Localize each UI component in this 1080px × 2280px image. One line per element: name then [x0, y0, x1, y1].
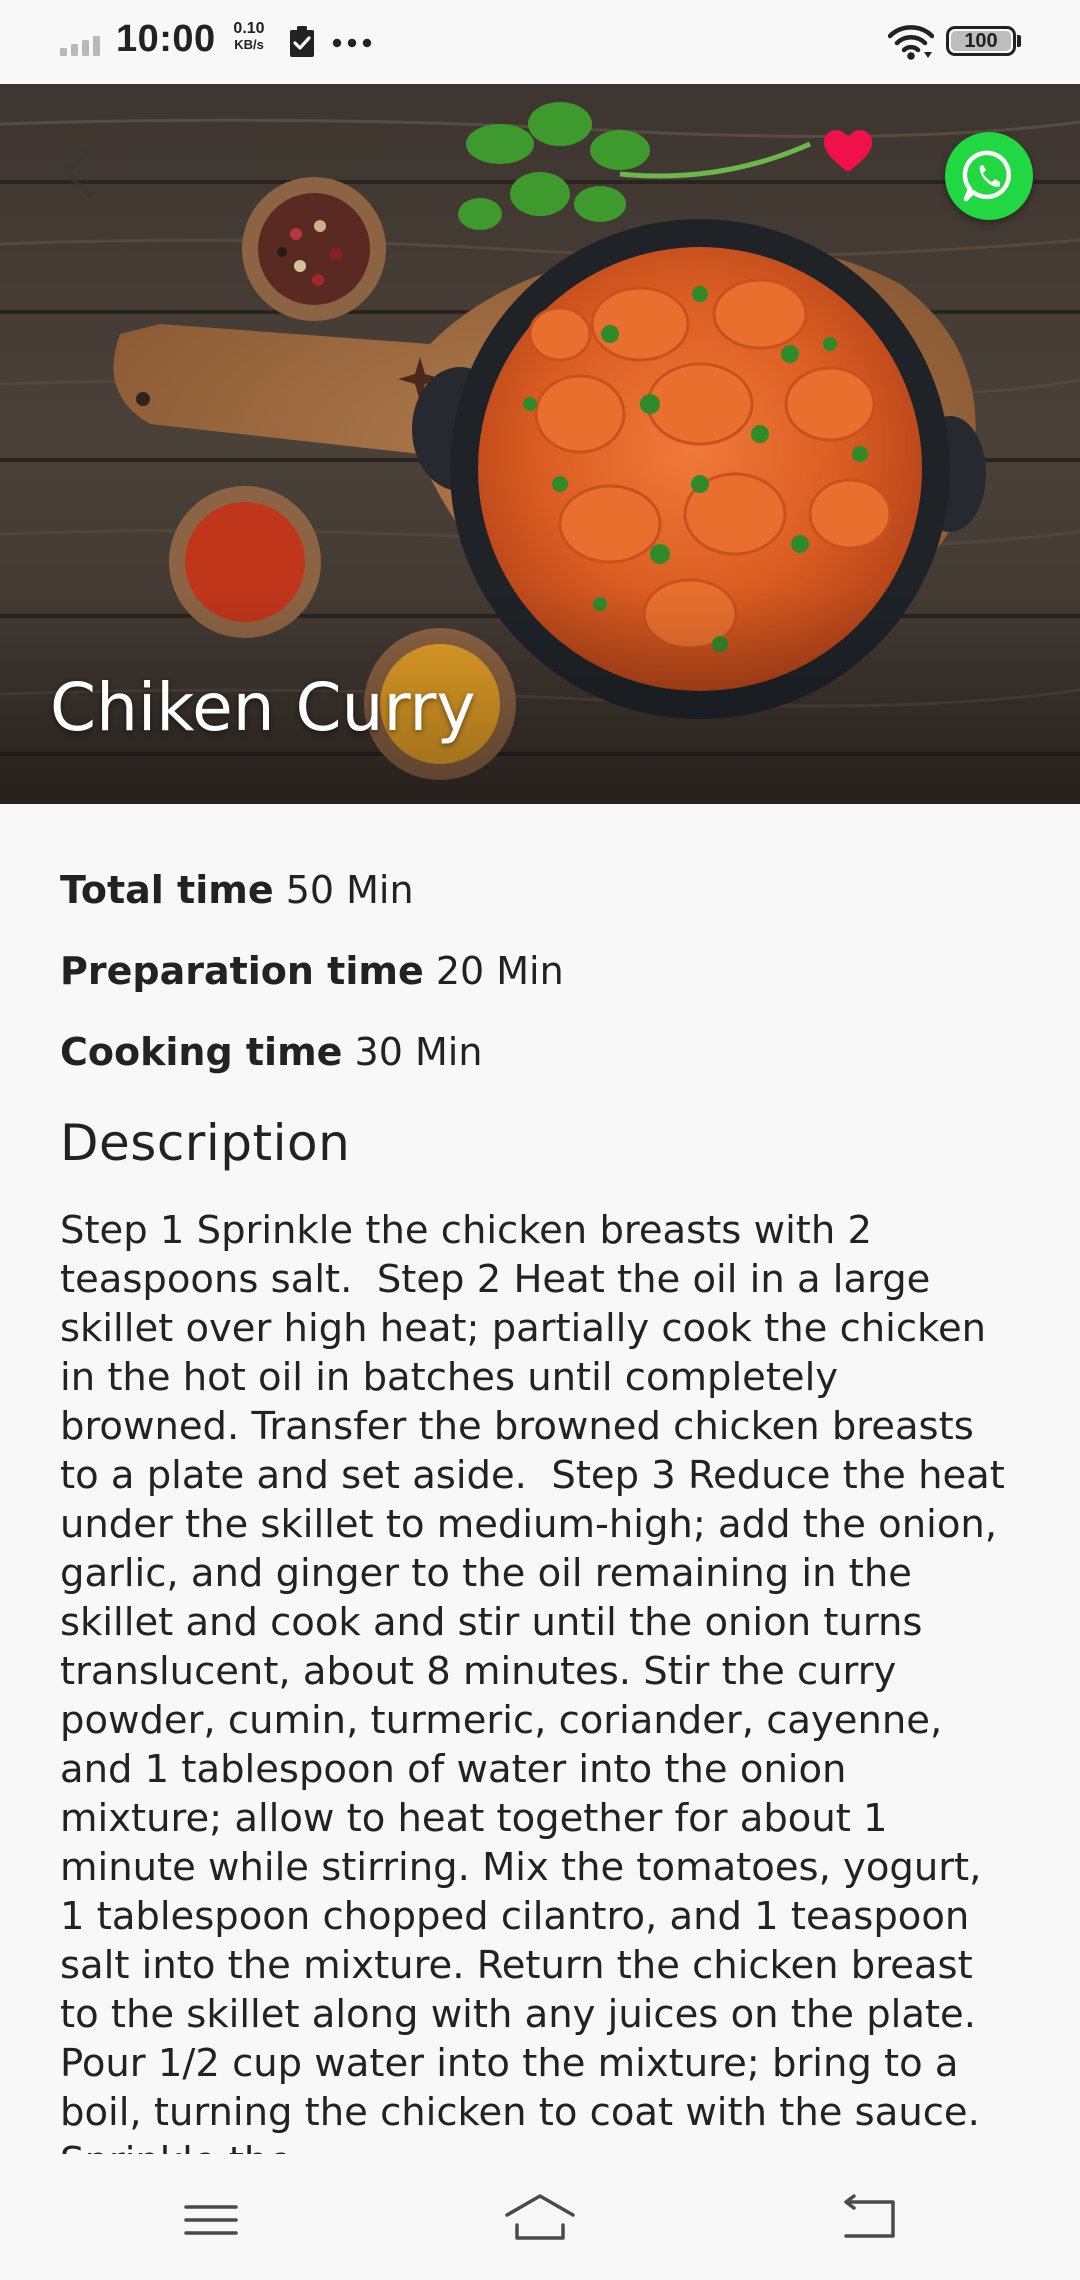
cooking-time-row: Cooking time 30 Min [60, 1030, 482, 1074]
status-time: 10:00 [116, 18, 216, 60]
description-text: Step 1 Sprinkle the chicken breasts with… [60, 1208, 1005, 2154]
battery-cap [1017, 35, 1021, 47]
recipe-title: Chiken Curry [50, 669, 476, 746]
preparation-time-row: Preparation time 20 Min [60, 949, 564, 993]
home-button[interactable] [500, 2190, 580, 2250]
menu-icon [184, 2205, 238, 2235]
preparation-time-value: 20 Min [435, 949, 564, 993]
battery-level: 100 [964, 30, 998, 52]
cooking-time-label: Cooking time [60, 1030, 343, 1074]
total-time-value: 50 Min [285, 868, 414, 912]
network-speed-value: 0.10 [233, 20, 265, 37]
clipboard-check-icon [290, 26, 314, 57]
favorite-heart-icon[interactable] [822, 128, 874, 174]
recipe-hero: Chiken Curry [0, 84, 1080, 804]
network-speed: 0.10 KB/s [227, 21, 271, 53]
description-heading: Description [60, 1114, 351, 1172]
recipe-details: Total time 50 Min Preparation time 20 Mi… [60, 804, 1020, 2154]
cooking-time-value: 30 Min [354, 1030, 483, 1074]
menu-button[interactable] [171, 2190, 251, 2250]
back-button[interactable] [828, 2190, 908, 2250]
status-bar: 10:00 0.10 KB/s 100 [0, 0, 1080, 84]
whatsapp-icon [962, 150, 1012, 202]
total-time-row: Total time 50 Min [60, 868, 414, 912]
system-nav-bar [0, 2154, 1080, 2280]
signal-icon [60, 34, 104, 56]
home-icon [505, 2194, 575, 2240]
back-arrow-icon[interactable] [52, 140, 108, 204]
wifi-icon [888, 25, 934, 60]
battery-icon: 100 [946, 26, 1016, 56]
whatsapp-share-button[interactable] [945, 132, 1033, 220]
network-speed-unit: KB/s [234, 37, 264, 52]
preparation-time-label: Preparation time [60, 949, 424, 993]
total-time-label: Total time [60, 868, 274, 912]
more-icon [332, 38, 372, 48]
recipe-detail-screen: 10:00 0.10 KB/s 100 Chiken Curry Total t… [0, 0, 1080, 2280]
back-icon [844, 2194, 895, 2238]
